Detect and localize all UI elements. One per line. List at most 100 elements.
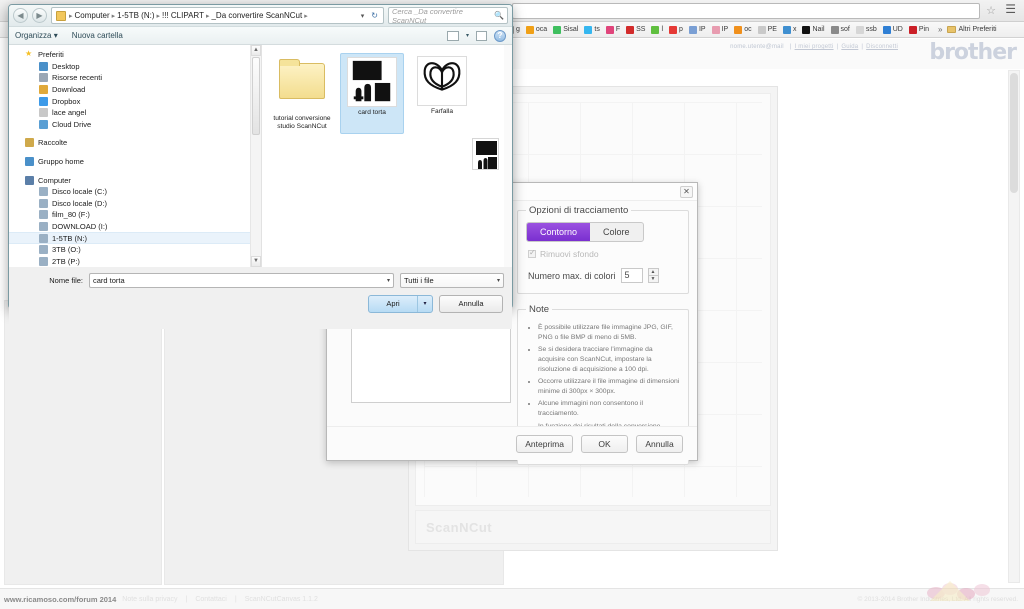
browser-menu-icon[interactable]: ☰: [1005, 3, 1016, 15]
max-colors-stepper[interactable]: ▲ ▼: [647, 268, 659, 283]
breadcrumb-item[interactable]: 1-5TB (N:): [115, 11, 156, 20]
filename-input[interactable]: card torta ▾: [89, 273, 394, 288]
stepper-down-icon[interactable]: ▼: [647, 275, 659, 283]
bookmark-item[interactable]: PE: [757, 25, 778, 34]
refresh-icon[interactable]: ↻: [368, 11, 381, 20]
tree-item-disco-locale-c[interactable]: Disco locale (C:): [9, 186, 261, 198]
tree-item-1-5tb-n[interactable]: 1-5TB (N:): [9, 232, 261, 244]
view-layout-icon[interactable]: [446, 30, 459, 41]
bookmark-star-icon[interactable]: ☆: [986, 4, 996, 17]
right-scroll-rail[interactable]: [1008, 70, 1020, 583]
bookmarks-overflow-icon[interactable]: »: [938, 25, 942, 34]
checkbox-icon[interactable]: [528, 248, 536, 258]
bookmark-item[interactable]: oc: [733, 25, 752, 34]
tree-item-film-80-f[interactable]: film_80 (F:): [9, 209, 261, 221]
annulla-button[interactable]: Annulla: [636, 434, 683, 453]
breadcrumb[interactable]: ▸ Computer ▸ 1-5TB (N:) ▸!!! CLIPART ▸ _Da con…: [69, 11, 308, 20]
forward-arrow-icon[interactable]: ▶: [32, 8, 47, 23]
chevron-down-icon[interactable]: ▾: [497, 277, 500, 284]
scroll-down-icon[interactable]: ▼: [251, 256, 261, 267]
scroll-thumb[interactable]: [252, 57, 260, 135]
tree-item-preferiti[interactable]: ★ Preferiti: [9, 49, 261, 61]
bookmark-item[interactable]: Pin: [908, 25, 930, 34]
bookmark-item[interactable]: F: [605, 25, 621, 34]
preview-pane-icon[interactable]: [476, 30, 487, 41]
chevron-down-icon[interactable]: ▾: [387, 277, 390, 284]
back-arrow-icon[interactable]: ◀: [13, 8, 28, 23]
file-item[interactable]: card torta: [340, 53, 404, 135]
tree-item-download[interactable]: Download: [9, 84, 261, 96]
bookmark-item[interactable]: p: [668, 25, 684, 34]
navigation-tree[interactable]: ★ Preferiti Desktop Risorse recenti Download…: [9, 45, 262, 267]
help-icon[interactable]: ?: [494, 29, 506, 42]
bookmark-item[interactable]: sof: [830, 25, 851, 34]
tree-item-computer[interactable]: Computer: [9, 174, 261, 186]
breadcrumb-item[interactable]: _Da convertire ScanNCut: [209, 11, 304, 20]
file-list-pane[interactable]: tutorial conversione studio ScanNCut card…: [262, 45, 512, 267]
file-item[interactable]: tutorial conversione studio ScanNCut: [270, 53, 334, 134]
tree-item-raccolte[interactable]: Raccolte: [9, 137, 261, 149]
scroll-up-icon[interactable]: ▲: [251, 45, 261, 56]
bookmark-item[interactable]: l: [650, 25, 664, 34]
new-folder-button[interactable]: Nuova cartella: [72, 31, 123, 40]
tree-item-risorse-recenti[interactable]: Risorse recenti: [9, 72, 261, 84]
scroll-thumb[interactable]: [1010, 73, 1018, 193]
stepper-up-icon[interactable]: ▲: [647, 268, 659, 276]
chevron-down-icon[interactable]: ▾: [358, 12, 368, 20]
chevron-down-icon[interactable]: ▾: [417, 296, 432, 312]
tree-item-lace-angel[interactable]: lace angel: [9, 107, 261, 119]
header-link[interactable]: I miei progetti: [795, 44, 834, 50]
trace-mode-tab-contorno[interactable]: Contorno: [527, 223, 591, 241]
bookmark-item[interactable]: Sisal: [552, 25, 579, 34]
bookmark-item[interactable]: SS: [625, 25, 646, 34]
tree-item-disco-locale-d[interactable]: Disco locale (D:): [9, 198, 261, 210]
breadcrumb-item[interactable]: !!! CLIPART: [160, 11, 206, 20]
tree-scrollbar[interactable]: ▲ ▼: [250, 45, 261, 267]
tree-item-3tb-o[interactable]: 3TB (O:): [9, 244, 261, 256]
tree-item-2tb-p[interactable]: 2TB (P:): [9, 256, 261, 268]
image-thumbnail: [417, 56, 467, 106]
tree-item-desktop[interactable]: Desktop: [9, 61, 261, 73]
chevron-down-icon[interactable]: ▾: [466, 32, 469, 39]
open-button[interactable]: Apri ▾: [368, 295, 433, 313]
tree-item-dropbox[interactable]: Dropbox: [9, 95, 261, 107]
bookmark-item[interactable]: Nail: [801, 25, 825, 34]
trace-mode-tab-colore[interactable]: Colore: [590, 223, 643, 241]
bookmark-item[interactable]: IP: [688, 25, 707, 34]
breadcrumb-item[interactable]: Computer: [73, 11, 112, 20]
bookmark-item[interactable]: ts: [583, 25, 600, 34]
tree-item-download-i[interactable]: DOWNLOAD (I:): [9, 221, 261, 233]
organize-button[interactable]: Organizza ▾: [15, 31, 58, 40]
anteprima-button[interactable]: Anteprima: [516, 434, 573, 453]
bookmark-item[interactable]: UD: [882, 25, 904, 34]
ok-button[interactable]: OK: [581, 434, 628, 453]
bookmark-item[interactable]: x: [782, 25, 798, 34]
footer-link[interactable]: Note sulla privacy: [122, 596, 177, 603]
footer-link[interactable]: ScanNCutCanvas 1.1.2: [245, 596, 318, 603]
other-bookmarks-folder[interactable]: Altri Preferiti: [946, 26, 997, 33]
file-type-filter[interactable]: Tutti i file ▾: [400, 273, 504, 288]
header-link[interactable]: Guida: [841, 44, 858, 50]
close-icon[interactable]: ✕: [680, 186, 693, 198]
max-colors-row[interactable]: Numero max. di colori 5 ▲ ▼: [528, 268, 680, 283]
cancel-button[interactable]: Annulla: [439, 295, 503, 313]
remove-background-row[interactable]: Rimuovi sfondo: [528, 248, 680, 259]
address-breadcrumb-bar[interactable]: ▸ Computer ▸ 1-5TB (N:) ▸!!! CLIPART ▸ _Da con…: [51, 7, 384, 24]
max-colors-input[interactable]: 5: [620, 268, 643, 283]
trace-mode-tabs[interactable]: Contorno Colore: [526, 222, 644, 242]
bookmark-favicon-icon: [882, 25, 891, 34]
tree-item-gruppo-home[interactable]: Gruppo home: [9, 156, 261, 168]
bookmark-item[interactable]: IP: [711, 25, 730, 34]
file-open-dialog[interactable]: ◀ ▶ ▸ Computer ▸ 1-5TB (N:) ▸!!! CLIPART ▸ _Da…: [8, 4, 513, 329]
file-list-scrollbar[interactable]: [504, 45, 512, 267]
tree-item-cloud-drive[interactable]: Cloud Drive: [9, 119, 261, 131]
address-bar[interactable]: [512, 3, 980, 19]
footer-links[interactable]: Note sulla privacy | Contattaci | ScanNCutCa…: [118, 596, 322, 603]
footer-link[interactable]: Contattaci: [195, 596, 227, 603]
bookmark-item[interactable]: ssb: [855, 25, 878, 34]
search-input[interactable]: Cerca _Da convertire ScanNCut 🔍: [388, 7, 508, 25]
webapp-header-links[interactable]: nome.utente@mail | I miei progetti | Guida | D…: [727, 44, 898, 50]
header-link[interactable]: Disconnetti: [866, 44, 898, 50]
bookmark-item[interactable]: oca: [525, 25, 548, 34]
file-item[interactable]: Farfalla: [410, 53, 474, 134]
